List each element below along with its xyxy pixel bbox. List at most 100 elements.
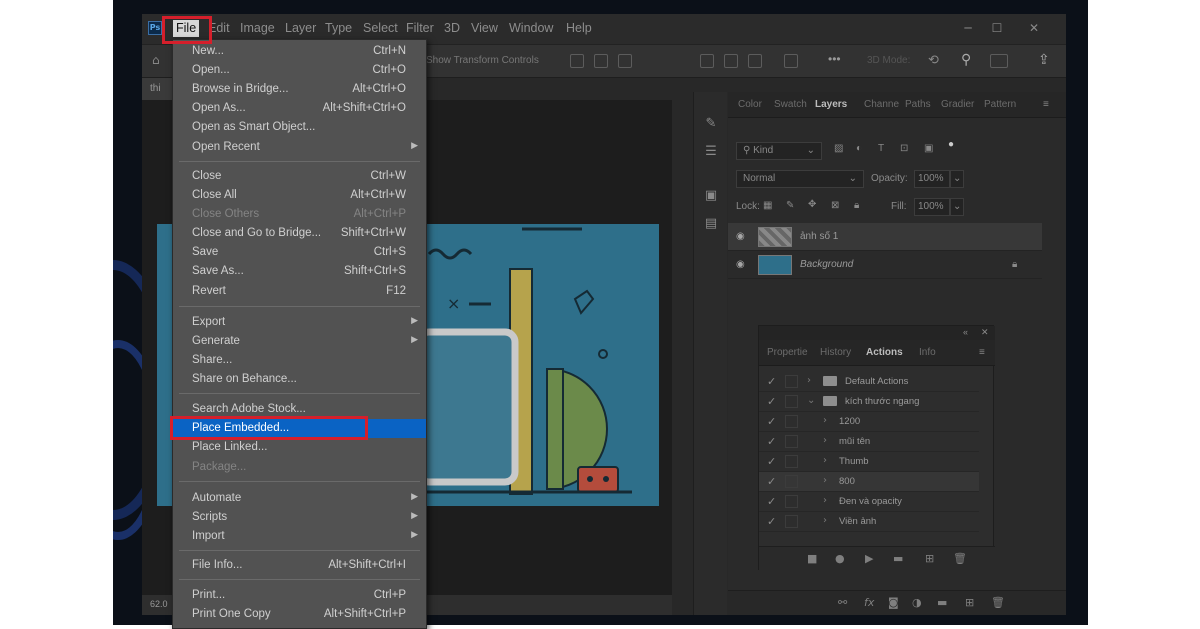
dialog-toggle[interactable]	[785, 455, 798, 468]
new-set-folder-icon[interactable]: ▬	[893, 552, 903, 565]
menu-filter[interactable]: Filter	[406, 21, 434, 35]
document-tab[interactable]: thi	[142, 78, 172, 100]
actions-menu-icon[interactable]: ≡	[979, 347, 985, 358]
layer-style-icon[interactable]: fx	[864, 596, 874, 609]
expand-arrow-icon[interactable]: ›	[823, 435, 827, 446]
play-icon[interactable]: ▶	[865, 552, 873, 565]
action-row[interactable]: ✓ › Thumb	[759, 452, 979, 472]
layer-filter-kind[interactable]: ⚲ Kind ⌄	[736, 142, 822, 160]
distribute-icon[interactable]	[784, 54, 798, 68]
tab-info[interactable]: Info	[919, 347, 936, 358]
filter-shape-icon[interactable]: ⊡	[900, 143, 908, 154]
close-panel-icon[interactable]: ✕	[981, 327, 989, 338]
action-enabled-check-icon[interactable]: ✓	[767, 435, 776, 448]
layer-row[interactable]: ◉ Background 🔒︎	[728, 251, 1042, 279]
menu-item-open-as[interactable]: Open As... Alt+Shift+Ctrl+O	[173, 99, 426, 118]
fill-input[interactable]: 100%	[914, 198, 950, 216]
action-enabled-check-icon[interactable]: ✓	[767, 475, 776, 488]
expand-arrow-icon[interactable]: ›	[823, 495, 827, 506]
lock-all-icon[interactable]: 🔒︎	[854, 200, 859, 211]
dialog-toggle[interactable]	[785, 475, 798, 488]
lock-artboard-icon[interactable]: ⊠	[831, 200, 839, 211]
menu-edit[interactable]: Edit	[208, 21, 230, 35]
menu-help[interactable]: Help	[566, 21, 592, 35]
action-label[interactable]: 1200	[839, 416, 860, 427]
share-icon[interactable]: ⇪	[1038, 51, 1050, 68]
menu-item-scripts[interactable]: Scripts ▶	[173, 508, 426, 527]
brush-settings-icon[interactable]: ✎	[703, 116, 719, 132]
menu-item-close-all[interactable]: Close All Alt+Ctrl+W	[173, 186, 426, 205]
menu-item-save[interactable]: Save Ctrl+S	[173, 243, 426, 262]
link-layers-icon[interactable]: ⚯	[838, 596, 847, 609]
menu-item-export[interactable]: Export ▶	[173, 313, 426, 332]
action-row[interactable]: ✓ ⌄ kích thước ngang	[759, 392, 979, 412]
lock-paint-icon[interactable]: ✎	[786, 200, 794, 211]
menu-item-close[interactable]: Close Ctrl+W	[173, 167, 426, 186]
action-label[interactable]: Đen và opacity	[839, 496, 902, 507]
expand-arrow-icon[interactable]: ›	[823, 455, 827, 466]
align-left-icon[interactable]	[570, 54, 584, 68]
minimize-button[interactable]: ─	[954, 19, 982, 37]
menu-window[interactable]: Window	[509, 21, 553, 35]
filter-adjustment-icon[interactable]: ◐	[856, 143, 862, 154]
action-label[interactable]: Viền ảnh	[839, 516, 876, 527]
action-row[interactable]: ✓ › mũi tên	[759, 432, 979, 452]
collapse-panel-icon[interactable]: «	[963, 327, 968, 337]
adjustments-icon[interactable]: ☰	[703, 144, 719, 160]
search-icon[interactable]: ⚲	[961, 51, 971, 68]
action-label[interactable]: kích thước ngang	[845, 396, 919, 407]
expand-arrow-icon[interactable]: ›	[807, 375, 811, 386]
menu-item-save-as[interactable]: Save As... Shift+Ctrl+S	[173, 262, 426, 281]
home-icon[interactable]: ⌂	[152, 53, 166, 67]
filter-pixel-icon[interactable]: ▨	[834, 143, 843, 154]
lock-position-icon[interactable]: ✥	[808, 199, 816, 210]
tab-patterns[interactable]: Pattern	[984, 99, 1016, 110]
align-middle-icon[interactable]	[724, 54, 738, 68]
menu-item-place-linked[interactable]: Place Linked...	[173, 438, 426, 457]
close-window-button[interactable]: ✕	[1020, 19, 1048, 37]
menu-view[interactable]: View	[471, 21, 498, 35]
menu-item-search-adobe-stock[interactable]: Search Adobe Stock...	[173, 400, 426, 419]
action-row[interactable]: ✓ › Viền ảnh	[759, 512, 979, 532]
menu-file[interactable]: File	[173, 20, 200, 37]
dialog-toggle[interactable]	[785, 375, 798, 388]
stop-recording-icon[interactable]: ■	[807, 552, 817, 565]
dialog-toggle[interactable]	[785, 495, 798, 508]
tab-actions[interactable]: Actions	[866, 347, 903, 358]
action-enabled-check-icon[interactable]: ✓	[767, 515, 776, 528]
align-top-icon[interactable]	[700, 54, 714, 68]
action-label[interactable]: mũi tên	[839, 436, 870, 447]
libraries-icon[interactable]: ▣	[703, 188, 719, 204]
filter-type-icon[interactable]: T	[878, 143, 884, 154]
filter-smart-object-icon[interactable]: ▣	[924, 143, 933, 154]
rotate-view-icon[interactable]: ⟲	[928, 52, 939, 68]
workspace-icon[interactable]	[990, 54, 1008, 68]
visibility-eye-icon[interactable]: ◉	[736, 231, 745, 242]
tab-swatches[interactable]: Swatch	[774, 99, 807, 110]
menu-image[interactable]: Image	[240, 21, 275, 35]
layer-name[interactable]: ảnh số 1	[800, 231, 838, 242]
tab-properties[interactable]: Propertie	[767, 347, 808, 358]
dialog-toggle[interactable]	[785, 415, 798, 428]
notes-icon[interactable]: ▤	[703, 216, 719, 232]
action-label[interactable]: Default Actions	[845, 376, 908, 387]
menu-item-print[interactable]: Print... Ctrl+P	[173, 586, 426, 605]
menu-3d[interactable]: 3D	[444, 21, 460, 35]
maximize-button[interactable]: ☐	[983, 19, 1011, 37]
visibility-eye-icon[interactable]: ◉	[736, 259, 745, 270]
more-options-button[interactable]: •••	[828, 52, 841, 66]
tab-history[interactable]: History	[820, 347, 851, 358]
action-enabled-check-icon[interactable]: ✓	[767, 395, 776, 408]
dialog-toggle[interactable]	[785, 395, 798, 408]
tab-color[interactable]: Color	[738, 99, 762, 110]
menu-item-generate[interactable]: Generate ▶	[173, 332, 426, 351]
menu-item-open-recent[interactable]: Open Recent ▶	[173, 138, 426, 157]
menu-item-browse-in-bridge[interactable]: Browse in Bridge... Alt+Ctrl+O	[173, 80, 426, 99]
filter-toggle-icon[interactable]: ●	[948, 139, 954, 150]
menu-item-open-as-smart-object[interactable]: Open as Smart Object...	[173, 118, 426, 137]
tab-paths[interactable]: Paths	[905, 99, 931, 110]
menu-layer[interactable]: Layer	[285, 21, 316, 35]
menu-item-print-one-copy[interactable]: Print One Copy Alt+Shift+Ctrl+P	[173, 605, 426, 624]
action-enabled-check-icon[interactable]: ✓	[767, 375, 776, 388]
fill-dropdown-icon[interactable]: ⌄	[950, 198, 964, 216]
